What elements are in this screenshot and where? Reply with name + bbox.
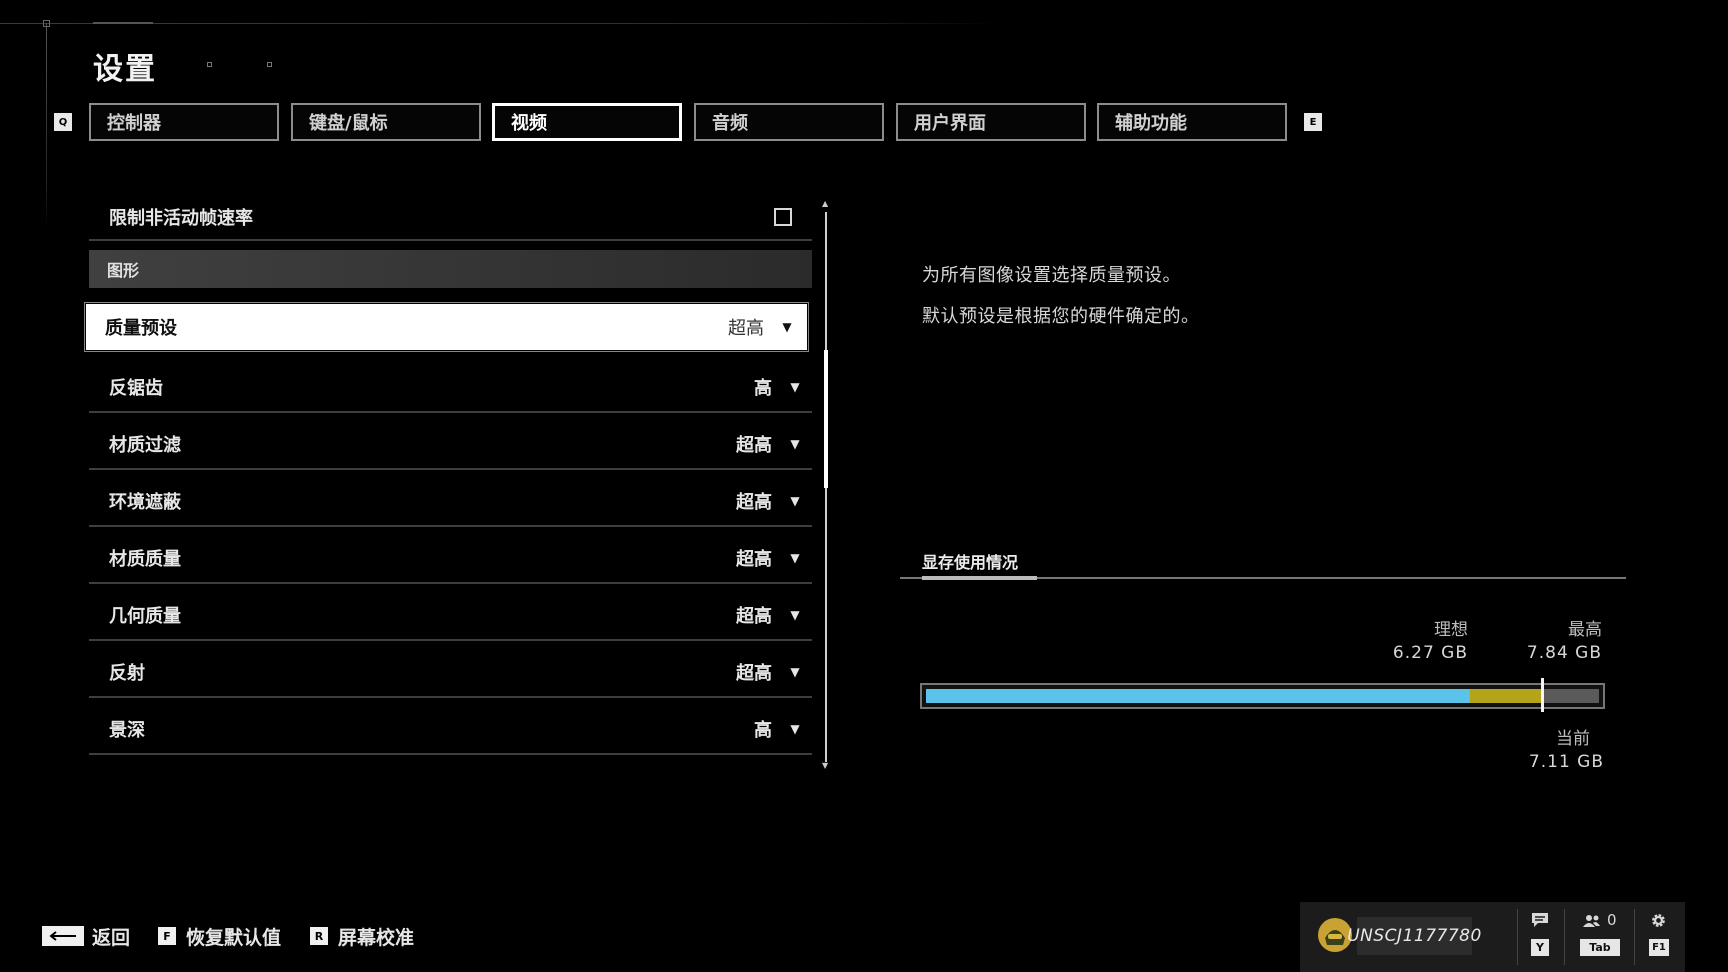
chat-icon[interactable] xyxy=(1531,912,1549,932)
setting-row-reflections[interactable]: 反射 超高 ▼ xyxy=(89,647,812,698)
setting-label: 材质质量 xyxy=(109,548,181,570)
tab-label: 音频 xyxy=(712,113,748,134)
page-title: 设置 xyxy=(93,52,157,87)
tab-label: 用户界面 xyxy=(914,113,986,134)
friends-icon[interactable] xyxy=(1583,913,1601,932)
restore-key-badge: F xyxy=(158,927,176,945)
setting-label: 反射 xyxy=(109,662,145,684)
panel-separator xyxy=(1517,909,1518,965)
setting-value: 高 xyxy=(754,719,772,741)
back-key-icon[interactable] xyxy=(42,926,84,946)
vram-bar-remaining-segment xyxy=(1543,689,1599,703)
tab-keyboard-mouse[interactable]: 键盘/鼠标 xyxy=(291,103,481,141)
scrollbar-thumb[interactable] xyxy=(824,350,828,488)
setting-label: 限制非活动帧速率 xyxy=(109,208,253,229)
page-indicator-dot xyxy=(207,62,212,67)
tab-label: 控制器 xyxy=(107,113,161,134)
vram-max-label: 最高 xyxy=(1568,620,1602,640)
dropdown-arrow-icon: ▼ xyxy=(790,550,800,565)
vram-current-value: 7.11 GB xyxy=(1528,752,1604,772)
vram-bar-over-segment xyxy=(1470,689,1543,703)
setting-value: 超高 xyxy=(736,548,772,570)
vram-usage-bar xyxy=(920,683,1605,709)
vram-ideal-label: 理想 xyxy=(1434,620,1468,640)
vram-divider-highlight xyxy=(922,576,1037,580)
tab-audio[interactable]: 音频 xyxy=(694,103,884,141)
vram-current-label: 当前 xyxy=(1556,729,1590,749)
setting-row-depth-of-field[interactable]: 景深 高 ▼ xyxy=(89,704,812,755)
prev-tab-key[interactable]: Q xyxy=(54,113,72,131)
screen-calibration-button[interactable]: 屏幕校准 xyxy=(338,923,414,950)
description-line-2: 默认预设是根据您的硬件确定的。 xyxy=(922,306,1200,327)
scroll-down-icon[interactable]: ▼ xyxy=(822,761,828,770)
dropdown-arrow-icon: ▼ xyxy=(790,436,800,451)
left-frame-line xyxy=(46,23,47,228)
panel-separator xyxy=(1564,909,1565,965)
tab-label: 辅助功能 xyxy=(1115,113,1187,134)
setting-row-antialiasing[interactable]: 反锯齿 高 ▼ xyxy=(89,362,812,413)
tab-controller[interactable]: 控制器 xyxy=(89,103,279,141)
setting-value: 超高 xyxy=(736,434,772,456)
friends-key-badge: Tab xyxy=(1580,939,1620,956)
setting-label: 材质过滤 xyxy=(109,434,181,456)
description-line-1: 为所有图像设置选择质量预设。 xyxy=(922,265,1181,286)
setting-value: 超高 xyxy=(736,662,772,684)
dropdown-arrow-icon: ▼ xyxy=(790,379,800,394)
dropdown-arrow-icon: ▼ xyxy=(790,493,800,508)
setting-row-texture-quality[interactable]: 材质质量 超高 ▼ xyxy=(89,533,812,584)
dropdown-arrow-icon: ▼ xyxy=(790,721,800,736)
setting-label: 反锯齿 xyxy=(109,377,163,399)
calibrate-key-badge: R xyxy=(310,927,328,945)
panel-separator xyxy=(1634,909,1635,965)
section-header-graphics: 图形 xyxy=(89,250,812,288)
tab-label: 视频 xyxy=(511,113,547,134)
dropdown-arrow-icon: ▼ xyxy=(782,320,792,334)
scroll-up-icon[interactable]: ▲ xyxy=(822,199,828,208)
tab-accessibility[interactable]: 辅助功能 xyxy=(1097,103,1287,141)
gear-icon[interactable] xyxy=(1650,912,1667,933)
setting-label: 质量预设 xyxy=(105,318,177,339)
back-button[interactable]: 返回 xyxy=(92,923,130,950)
page-indicator-dot xyxy=(267,62,272,67)
vram-bar-ideal-segment xyxy=(926,689,1470,703)
setting-label: 环境遮蔽 xyxy=(109,491,181,513)
setting-row-quality-preset[interactable]: 质量预设 超高 ▼ xyxy=(84,302,809,352)
dropdown-arrow-icon: ▼ xyxy=(790,607,800,622)
vram-max-value: 7.84 GB xyxy=(1526,643,1602,663)
setting-label: 几何质量 xyxy=(109,605,181,627)
vram-usage-title: 显存使用情况 xyxy=(922,553,1019,572)
chat-key-badge: Y xyxy=(1531,939,1549,956)
top-divider-highlight xyxy=(93,22,153,24)
dropdown-arrow-icon: ▼ xyxy=(790,664,800,679)
setting-row-texture-filtering[interactable]: 材质过滤 超高 ▼ xyxy=(89,419,812,470)
player-gamertag[interactable]: UNSCJ1177780 xyxy=(1347,917,1481,955)
tab-video[interactable]: 视频 xyxy=(492,103,682,141)
tab-label: 键盘/鼠标 xyxy=(309,113,388,134)
setting-value: 高 xyxy=(754,377,772,399)
tab-user-interface[interactable]: 用户界面 xyxy=(896,103,1086,141)
vram-ideal-value: 6.27 GB xyxy=(1392,643,1468,663)
settings-key-badge: F1 xyxy=(1649,939,1669,956)
setting-row-ambient-occlusion[interactable]: 环境遮蔽 超高 ▼ xyxy=(89,476,812,527)
setting-value: 超高 xyxy=(736,491,772,513)
restore-defaults-button[interactable]: 恢复默认值 xyxy=(186,923,281,950)
setting-row-limit-inactive-fps[interactable]: 限制非活动帧速率 xyxy=(89,195,812,241)
setting-row-geometry-quality[interactable]: 几何质量 超高 ▼ xyxy=(89,590,812,641)
setting-value: 超高 xyxy=(736,605,772,627)
setting-label: 景深 xyxy=(109,719,145,741)
next-tab-key[interactable]: E xyxy=(1304,113,1322,131)
friends-count: 0 xyxy=(1607,911,1617,929)
vram-current-marker xyxy=(1541,678,1544,712)
setting-value: 超高 xyxy=(728,318,764,339)
limit-fps-checkbox[interactable] xyxy=(774,208,792,226)
frame-corner xyxy=(43,20,50,27)
